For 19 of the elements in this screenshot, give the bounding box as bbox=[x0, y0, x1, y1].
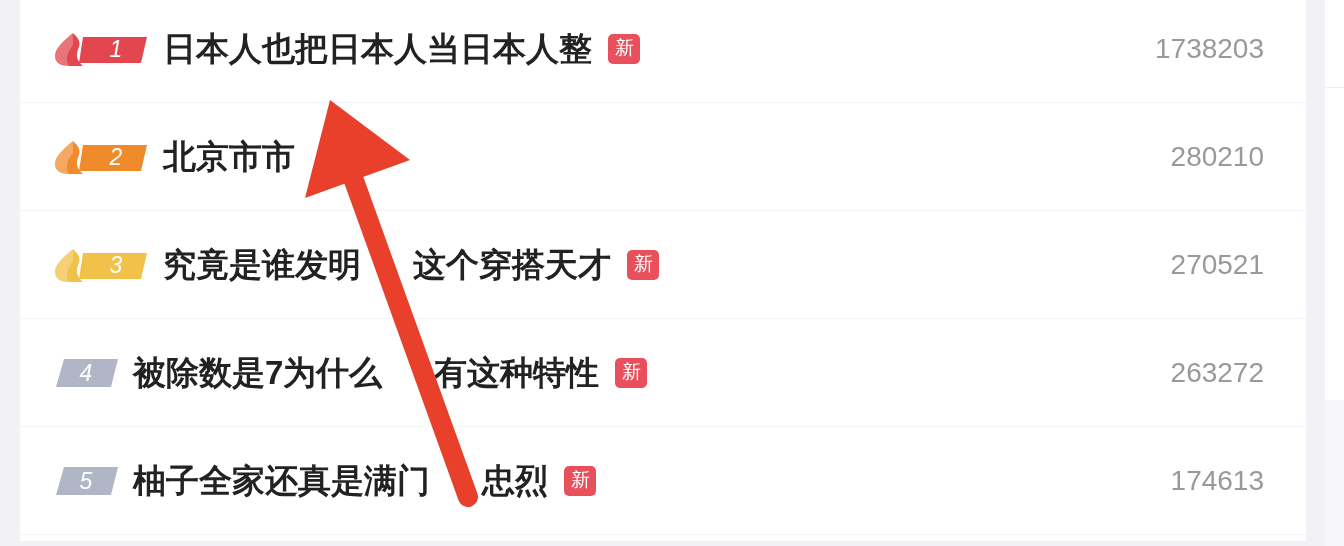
new-tag: 新 bbox=[627, 249, 659, 280]
topic-title[interactable]: 这个穿搭天才 bbox=[413, 239, 611, 290]
new-tag: 新 bbox=[615, 357, 648, 388]
new-tag: 新 bbox=[608, 33, 640, 64]
heat-count: 270521 bbox=[1170, 247, 1264, 282]
heat-count: 174613 bbox=[1170, 463, 1264, 498]
topic-title[interactable]: 柚子全家还真是满门 bbox=[133, 455, 430, 506]
rank-badge: 5 bbox=[55, 465, 119, 496]
topic-title[interactable]: 忠烈 bbox=[482, 455, 548, 506]
heat-count: 280210 bbox=[1170, 139, 1264, 174]
heat-count: 263272 bbox=[1170, 355, 1264, 390]
rank-badge: 4 bbox=[55, 357, 119, 388]
topic-title[interactable]: 有这种特性 bbox=[434, 347, 600, 398]
topic-title[interactable]: 究竟是谁发明 bbox=[163, 239, 361, 290]
topic-title[interactable]: 北京市市 bbox=[163, 131, 295, 182]
topic-title[interactable]: 被除数是7为什么 bbox=[133, 347, 383, 398]
heat-count: 1738203 bbox=[1155, 31, 1264, 66]
topic-title[interactable]: 日本人也把日本人当日本人整 bbox=[163, 23, 592, 74]
new-tag: 新 bbox=[564, 465, 596, 496]
